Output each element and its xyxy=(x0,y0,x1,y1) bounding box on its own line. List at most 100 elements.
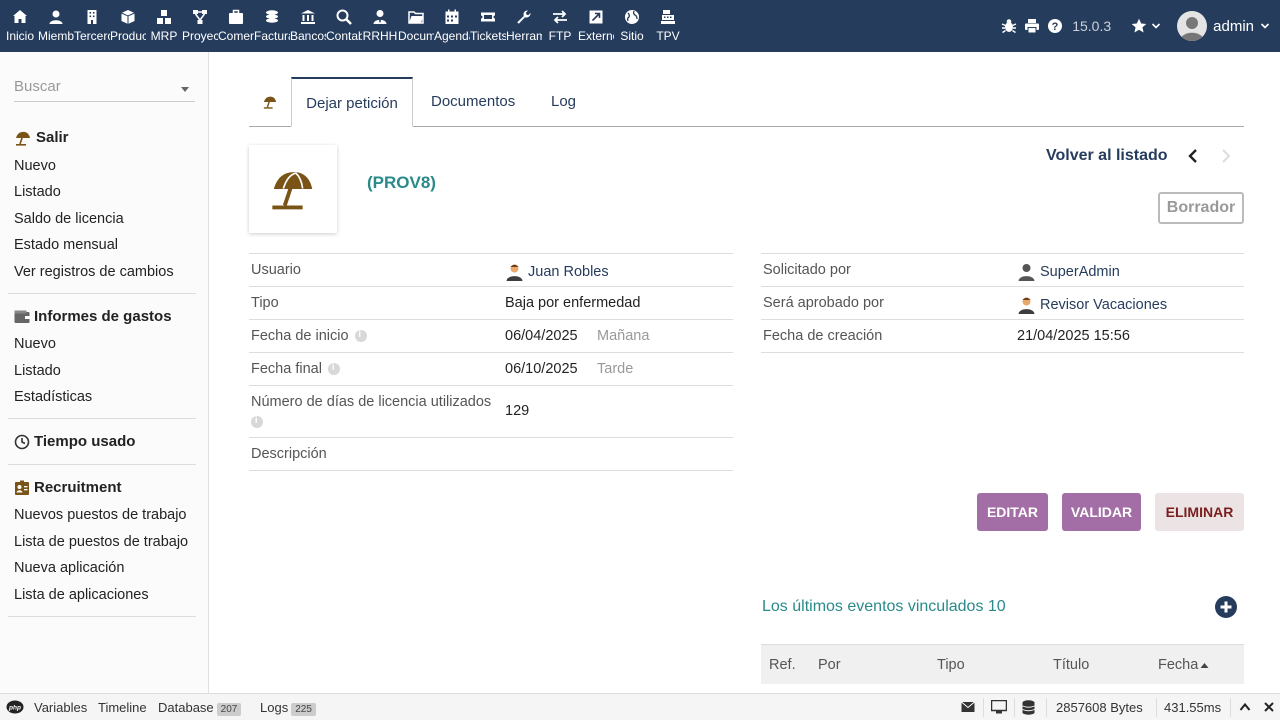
chevron-down-icon[interactable] xyxy=(1151,21,1161,31)
user-link[interactable]: SuperAdmin xyxy=(1017,262,1120,281)
sidebar-item-leave-balance[interactable]: Saldo de licencia xyxy=(14,211,124,227)
menu-label: Inicio xyxy=(5,29,34,43)
field-label: Fecha de creación xyxy=(763,328,883,344)
user-tie-icon xyxy=(373,10,387,24)
sidebar-separator xyxy=(8,464,196,465)
debug-tab-variables[interactable]: Variables xyxy=(34,700,87,715)
column-header-type[interactable]: Tipo xyxy=(937,657,965,673)
debug-separator xyxy=(1014,698,1015,717)
menu-block-title-leave[interactable]: Salir xyxy=(14,129,69,146)
menu-pos[interactable]: TPV xyxy=(650,0,686,52)
tab-log[interactable]: Log xyxy=(551,77,576,127)
linked-events-title[interactable]: Los últimos eventos vinculados 10 xyxy=(762,598,1006,616)
edit-button[interactable]: EDITAR xyxy=(977,493,1048,531)
home-icon xyxy=(13,10,27,23)
menu-billing[interactable]: Facturación xyxy=(254,0,290,52)
field-label: Descripción xyxy=(251,446,327,462)
field-row-user: Usuario Juan Robles xyxy=(249,254,733,287)
debug-tab-timeline[interactable]: Timeline xyxy=(98,700,147,715)
sidebar-item-change-logs[interactable]: Ver registros de cambios xyxy=(14,264,174,280)
menu-thirdparties[interactable]: Terceros xyxy=(74,0,110,52)
info-icon[interactable] xyxy=(251,415,263,428)
chevron-left-icon[interactable] xyxy=(1186,148,1200,164)
menu-ftp[interactable]: FTP xyxy=(542,0,578,52)
field-value: Baja por enfermedad xyxy=(505,295,641,311)
column-header-date[interactable]: Fecha xyxy=(1158,657,1209,673)
menu-external[interactable]: Externo xyxy=(578,0,614,52)
menu-members[interactable]: Miembros xyxy=(38,0,74,52)
debug-tab-database[interactable]: Database 207 xyxy=(158,700,242,716)
info-icon[interactable] xyxy=(327,362,340,376)
field-value[interactable]: SuperAdmin xyxy=(1040,264,1120,280)
sidebar-item-expenses-list[interactable]: Listado xyxy=(14,363,61,379)
debug-tab-logs[interactable]: Logs 225 xyxy=(260,700,316,716)
sidebar-item-expenses-new[interactable]: Nuevo xyxy=(14,336,56,352)
menu-accounting[interactable]: Contabilidad xyxy=(326,0,362,52)
debug-count-badge: 225 xyxy=(291,703,316,716)
printer-icon[interactable] xyxy=(1024,18,1040,34)
desktop-icon[interactable] xyxy=(991,700,1007,714)
debug-separator xyxy=(1046,698,1047,717)
user-link[interactable]: Juan Robles xyxy=(505,262,609,281)
field-value[interactable]: Revisor Vacaciones xyxy=(1040,297,1167,313)
field-row-type: Tipo Baja por enfermedad xyxy=(249,287,733,320)
menu-home[interactable]: Inicio xyxy=(2,0,38,52)
user-link[interactable]: Revisor Vacaciones xyxy=(1017,295,1167,314)
column-header-ref[interactable]: Ref. xyxy=(769,657,796,673)
menu-site[interactable]: Sitio xyxy=(614,0,650,52)
menu-block-title-recruitment[interactable]: Recruitment xyxy=(14,479,122,496)
php-logo-icon[interactable]: php xyxy=(6,700,24,714)
sidebar-item-application-list[interactable]: Lista de aplicaciones xyxy=(14,587,149,603)
help-icon[interactable]: ? xyxy=(1047,18,1063,34)
star-icon[interactable] xyxy=(1131,18,1147,34)
menu-agenda[interactable]: Agenda xyxy=(434,0,470,52)
tab-holiday-icon[interactable] xyxy=(249,77,291,127)
avatar[interactable] xyxy=(1177,11,1208,41)
chevron-right-icon[interactable] xyxy=(1219,148,1233,164)
menu-tickets[interactable]: Tickets xyxy=(470,0,506,52)
menu-documents[interactable]: Documentos xyxy=(398,0,434,52)
building-icon xyxy=(87,10,97,24)
menu-label: Bancos xyxy=(290,29,326,43)
column-header-title[interactable]: Título xyxy=(1053,657,1089,673)
sidebar-item-leave-list[interactable]: Listado xyxy=(14,184,61,200)
close-icon[interactable] xyxy=(1263,701,1275,713)
field-value[interactable]: Juan Robles xyxy=(528,264,609,280)
column-header-by[interactable]: Por xyxy=(818,657,841,673)
menu-hr[interactable]: RRHH xyxy=(362,0,398,52)
user-name[interactable]: admin xyxy=(1213,18,1254,35)
sidebar-item-expenses-stats[interactable]: Estadísticas xyxy=(14,389,92,405)
bug-icon[interactable] xyxy=(1001,18,1017,34)
search-input[interactable] xyxy=(14,78,174,95)
validate-button[interactable]: VALIDAR xyxy=(1062,493,1141,531)
search-dollar-icon xyxy=(336,9,352,25)
menu-tools[interactable]: Herramientas xyxy=(506,0,542,52)
sidebar-item-leave-new[interactable]: Nuevo xyxy=(14,158,56,174)
external-icon xyxy=(589,10,603,24)
sidebar-item-new-application[interactable]: Nueva aplicación xyxy=(14,560,124,576)
menu-block-label: Salir xyxy=(36,129,69,146)
sidebar-search[interactable] xyxy=(14,78,195,102)
caret-down-icon[interactable] xyxy=(181,87,189,92)
menu-projects[interactable]: Proyectos xyxy=(182,0,218,52)
add-event-icon[interactable] xyxy=(1214,595,1238,619)
tab-documents[interactable]: Documentos xyxy=(431,77,515,127)
menu-banks[interactable]: Bancos xyxy=(290,0,326,52)
field-value: 129 xyxy=(505,403,530,419)
sidebar-item-job-list[interactable]: Lista de puestos de trabajo xyxy=(14,534,188,550)
menu-block-title-expenses[interactable]: Informes de gastos xyxy=(14,308,172,325)
info-icon[interactable] xyxy=(354,329,367,343)
tab-card[interactable]: Dejar petición xyxy=(291,77,413,127)
back-to-list-link[interactable]: Volver al listado xyxy=(1046,147,1168,165)
chevron-down-icon[interactable] xyxy=(1260,21,1270,31)
delete-button[interactable]: ELIMINAR xyxy=(1155,493,1244,531)
menu-commercial[interactable]: Comercial xyxy=(218,0,254,52)
menu-block-title-timespent[interactable]: Tiempo usado xyxy=(14,433,135,450)
chevron-up-icon[interactable] xyxy=(1239,702,1251,712)
sidebar-item-monthly-status[interactable]: Estado mensual xyxy=(14,237,118,253)
menu-products[interactable]: Productos xyxy=(110,0,146,52)
sidebar-item-new-jobs[interactable]: Nuevos puestos de trabajo xyxy=(14,507,187,523)
database-icon[interactable] xyxy=(1022,700,1035,715)
menu-mrp[interactable]: MRP xyxy=(146,0,182,52)
mail-icon[interactable] xyxy=(961,701,975,713)
